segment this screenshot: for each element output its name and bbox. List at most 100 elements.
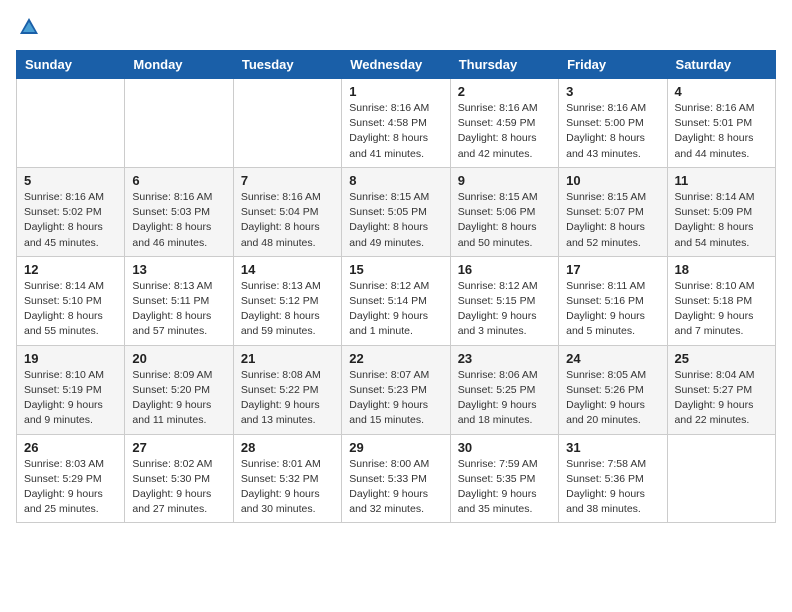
weekday-header: Wednesday bbox=[342, 51, 450, 79]
day-number: 10 bbox=[566, 173, 659, 188]
calendar-day-cell: 7 Sunrise: 8:16 AM Sunset: 5:04 PM Daylig… bbox=[233, 167, 341, 256]
day-info: Sunrise: 8:07 AM Sunset: 5:23 PM Dayligh… bbox=[349, 368, 442, 429]
weekday-header: Thursday bbox=[450, 51, 558, 79]
calendar-day-cell: 24 Sunrise: 8:05 AM Sunset: 5:26 PM Dayli… bbox=[559, 345, 667, 434]
calendar-day-cell: 15 Sunrise: 8:12 AM Sunset: 5:14 PM Dayli… bbox=[342, 256, 450, 345]
day-info: Sunrise: 8:15 AM Sunset: 5:07 PM Dayligh… bbox=[566, 190, 659, 251]
calendar-day-cell: 5 Sunrise: 8:16 AM Sunset: 5:02 PM Daylig… bbox=[17, 167, 125, 256]
day-number: 7 bbox=[241, 173, 334, 188]
day-number: 8 bbox=[349, 173, 442, 188]
day-info: Sunrise: 8:16 AM Sunset: 5:03 PM Dayligh… bbox=[132, 190, 225, 251]
calendar-day-cell: 27 Sunrise: 8:02 AM Sunset: 5:30 PM Dayli… bbox=[125, 434, 233, 523]
day-number: 17 bbox=[566, 262, 659, 277]
day-number: 28 bbox=[241, 440, 334, 455]
weekday-header: Monday bbox=[125, 51, 233, 79]
calendar-day-cell: 12 Sunrise: 8:14 AM Sunset: 5:10 PM Dayli… bbox=[17, 256, 125, 345]
day-number: 27 bbox=[132, 440, 225, 455]
day-info: Sunrise: 8:13 AM Sunset: 5:11 PM Dayligh… bbox=[132, 279, 225, 340]
weekday-header: Saturday bbox=[667, 51, 775, 79]
calendar-day-cell: 23Sunrise: 8:06 AM Sunset: 5:25 PM Dayli… bbox=[450, 345, 558, 434]
day-info: Sunrise: 8:15 AM Sunset: 5:05 PM Dayligh… bbox=[349, 190, 442, 251]
weekday-header: Friday bbox=[559, 51, 667, 79]
day-info: Sunrise: 8:04 AM Sunset: 5:27 PM Dayligh… bbox=[675, 368, 768, 429]
day-number: 3 bbox=[566, 84, 659, 99]
day-info: Sunrise: 8:01 AM Sunset: 5:32 PM Dayligh… bbox=[241, 457, 334, 518]
day-info: Sunrise: 8:16 AM Sunset: 5:01 PM Dayligh… bbox=[675, 101, 768, 162]
day-number: 24 bbox=[566, 351, 659, 366]
calendar-week-row: 26 Sunrise: 8:03 AM Sunset: 5:29 PM Dayli… bbox=[17, 434, 776, 523]
calendar-day-cell: 2 Sunrise: 8:16 AM Sunset: 4:59 PM Daylig… bbox=[450, 79, 558, 168]
day-info: Sunrise: 8:03 AM Sunset: 5:29 PM Dayligh… bbox=[24, 457, 117, 518]
calendar-day-cell: 6 Sunrise: 8:16 AM Sunset: 5:03 PM Daylig… bbox=[125, 167, 233, 256]
calendar-week-row: 12 Sunrise: 8:14 AM Sunset: 5:10 PM Dayli… bbox=[17, 256, 776, 345]
day-info: Sunrise: 8:13 AM Sunset: 5:12 PM Dayligh… bbox=[241, 279, 334, 340]
day-info: Sunrise: 8:12 AM Sunset: 5:14 PM Dayligh… bbox=[349, 279, 442, 340]
day-number: 30 bbox=[458, 440, 551, 455]
day-number: 6 bbox=[132, 173, 225, 188]
calendar-day-cell: 4Sunrise: 8:16 AM Sunset: 5:01 PM Daylig… bbox=[667, 79, 775, 168]
calendar-day-cell: 29 Sunrise: 8:00 AM Sunset: 5:33 PM Dayli… bbox=[342, 434, 450, 523]
day-info: Sunrise: 8:15 AM Sunset: 5:06 PM Dayligh… bbox=[458, 190, 551, 251]
calendar-day-cell bbox=[17, 79, 125, 168]
day-info: Sunrise: 8:16 AM Sunset: 5:00 PM Dayligh… bbox=[566, 101, 659, 162]
day-number: 12 bbox=[24, 262, 117, 277]
calendar-week-row: 5 Sunrise: 8:16 AM Sunset: 5:02 PM Daylig… bbox=[17, 167, 776, 256]
page-header bbox=[16, 16, 776, 38]
day-info: Sunrise: 8:00 AM Sunset: 5:33 PM Dayligh… bbox=[349, 457, 442, 518]
day-info: Sunrise: 8:14 AM Sunset: 5:10 PM Dayligh… bbox=[24, 279, 117, 340]
day-number: 25 bbox=[675, 351, 768, 366]
calendar-day-cell bbox=[233, 79, 341, 168]
day-number: 22 bbox=[349, 351, 442, 366]
calendar-day-cell: 3 Sunrise: 8:16 AM Sunset: 5:00 PM Daylig… bbox=[559, 79, 667, 168]
calendar-day-cell: 25 Sunrise: 8:04 AM Sunset: 5:27 PM Dayli… bbox=[667, 345, 775, 434]
calendar-day-cell: 8 Sunrise: 8:15 AM Sunset: 5:05 PM Daylig… bbox=[342, 167, 450, 256]
calendar-day-cell: 18Sunrise: 8:10 AM Sunset: 5:18 PM Dayli… bbox=[667, 256, 775, 345]
calendar-day-cell: 21 Sunrise: 8:08 AM Sunset: 5:22 PM Dayli… bbox=[233, 345, 341, 434]
calendar-week-row: 19 Sunrise: 8:10 AM Sunset: 5:19 PM Dayli… bbox=[17, 345, 776, 434]
day-number: 14 bbox=[241, 262, 334, 277]
calendar-day-cell: 22 Sunrise: 8:07 AM Sunset: 5:23 PM Dayli… bbox=[342, 345, 450, 434]
calendar-day-cell: 31 Sunrise: 7:58 AM Sunset: 5:36 PM Dayli… bbox=[559, 434, 667, 523]
calendar-day-cell: 11 Sunrise: 8:14 AM Sunset: 5:09 PM Dayli… bbox=[667, 167, 775, 256]
calendar-day-cell: 30 Sunrise: 7:59 AM Sunset: 5:35 PM Dayli… bbox=[450, 434, 558, 523]
day-info: Sunrise: 8:11 AM Sunset: 5:16 PM Dayligh… bbox=[566, 279, 659, 340]
calendar-day-cell: 9Sunrise: 8:15 AM Sunset: 5:06 PM Daylig… bbox=[450, 167, 558, 256]
weekday-header: Tuesday bbox=[233, 51, 341, 79]
day-number: 15 bbox=[349, 262, 442, 277]
calendar-day-cell bbox=[667, 434, 775, 523]
day-info: Sunrise: 8:16 AM Sunset: 5:02 PM Dayligh… bbox=[24, 190, 117, 251]
day-info: Sunrise: 8:09 AM Sunset: 5:20 PM Dayligh… bbox=[132, 368, 225, 429]
day-number: 5 bbox=[24, 173, 117, 188]
day-info: Sunrise: 7:58 AM Sunset: 5:36 PM Dayligh… bbox=[566, 457, 659, 518]
calendar-day-cell: 17 Sunrise: 8:11 AM Sunset: 5:16 PM Dayli… bbox=[559, 256, 667, 345]
calendar-day-cell: 14 Sunrise: 8:13 AM Sunset: 5:12 PM Dayli… bbox=[233, 256, 341, 345]
day-info: Sunrise: 8:16 AM Sunset: 4:59 PM Dayligh… bbox=[458, 101, 551, 162]
calendar-week-row: 1Sunrise: 8:16 AM Sunset: 4:58 PM Daylig… bbox=[17, 79, 776, 168]
day-number: 20 bbox=[132, 351, 225, 366]
day-number: 19 bbox=[24, 351, 117, 366]
day-number: 23 bbox=[458, 351, 551, 366]
day-info: Sunrise: 8:16 AM Sunset: 5:04 PM Dayligh… bbox=[241, 190, 334, 251]
day-number: 26 bbox=[24, 440, 117, 455]
calendar-day-cell: 26 Sunrise: 8:03 AM Sunset: 5:29 PM Dayli… bbox=[17, 434, 125, 523]
day-number: 29 bbox=[349, 440, 442, 455]
calendar-day-cell: 13 Sunrise: 8:13 AM Sunset: 5:11 PM Dayli… bbox=[125, 256, 233, 345]
day-info: Sunrise: 7:59 AM Sunset: 5:35 PM Dayligh… bbox=[458, 457, 551, 518]
day-info: Sunrise: 8:10 AM Sunset: 5:19 PM Dayligh… bbox=[24, 368, 117, 429]
day-number: 13 bbox=[132, 262, 225, 277]
day-number: 2 bbox=[458, 84, 551, 99]
calendar-table: SundayMondayTuesdayWednesdayThursdayFrid… bbox=[16, 50, 776, 523]
day-number: 11 bbox=[675, 173, 768, 188]
day-info: Sunrise: 8:05 AM Sunset: 5:26 PM Dayligh… bbox=[566, 368, 659, 429]
day-info: Sunrise: 8:02 AM Sunset: 5:30 PM Dayligh… bbox=[132, 457, 225, 518]
calendar-day-cell: 19 Sunrise: 8:10 AM Sunset: 5:19 PM Dayli… bbox=[17, 345, 125, 434]
weekday-header: Sunday bbox=[17, 51, 125, 79]
calendar-day-cell: 20 Sunrise: 8:09 AM Sunset: 5:20 PM Dayli… bbox=[125, 345, 233, 434]
logo bbox=[16, 16, 40, 38]
day-number: 21 bbox=[241, 351, 334, 366]
calendar-day-cell bbox=[125, 79, 233, 168]
day-info: Sunrise: 8:14 AM Sunset: 5:09 PM Dayligh… bbox=[675, 190, 768, 251]
day-number: 31 bbox=[566, 440, 659, 455]
day-info: Sunrise: 8:08 AM Sunset: 5:22 PM Dayligh… bbox=[241, 368, 334, 429]
calendar-day-cell: 28 Sunrise: 8:01 AM Sunset: 5:32 PM Dayli… bbox=[233, 434, 341, 523]
